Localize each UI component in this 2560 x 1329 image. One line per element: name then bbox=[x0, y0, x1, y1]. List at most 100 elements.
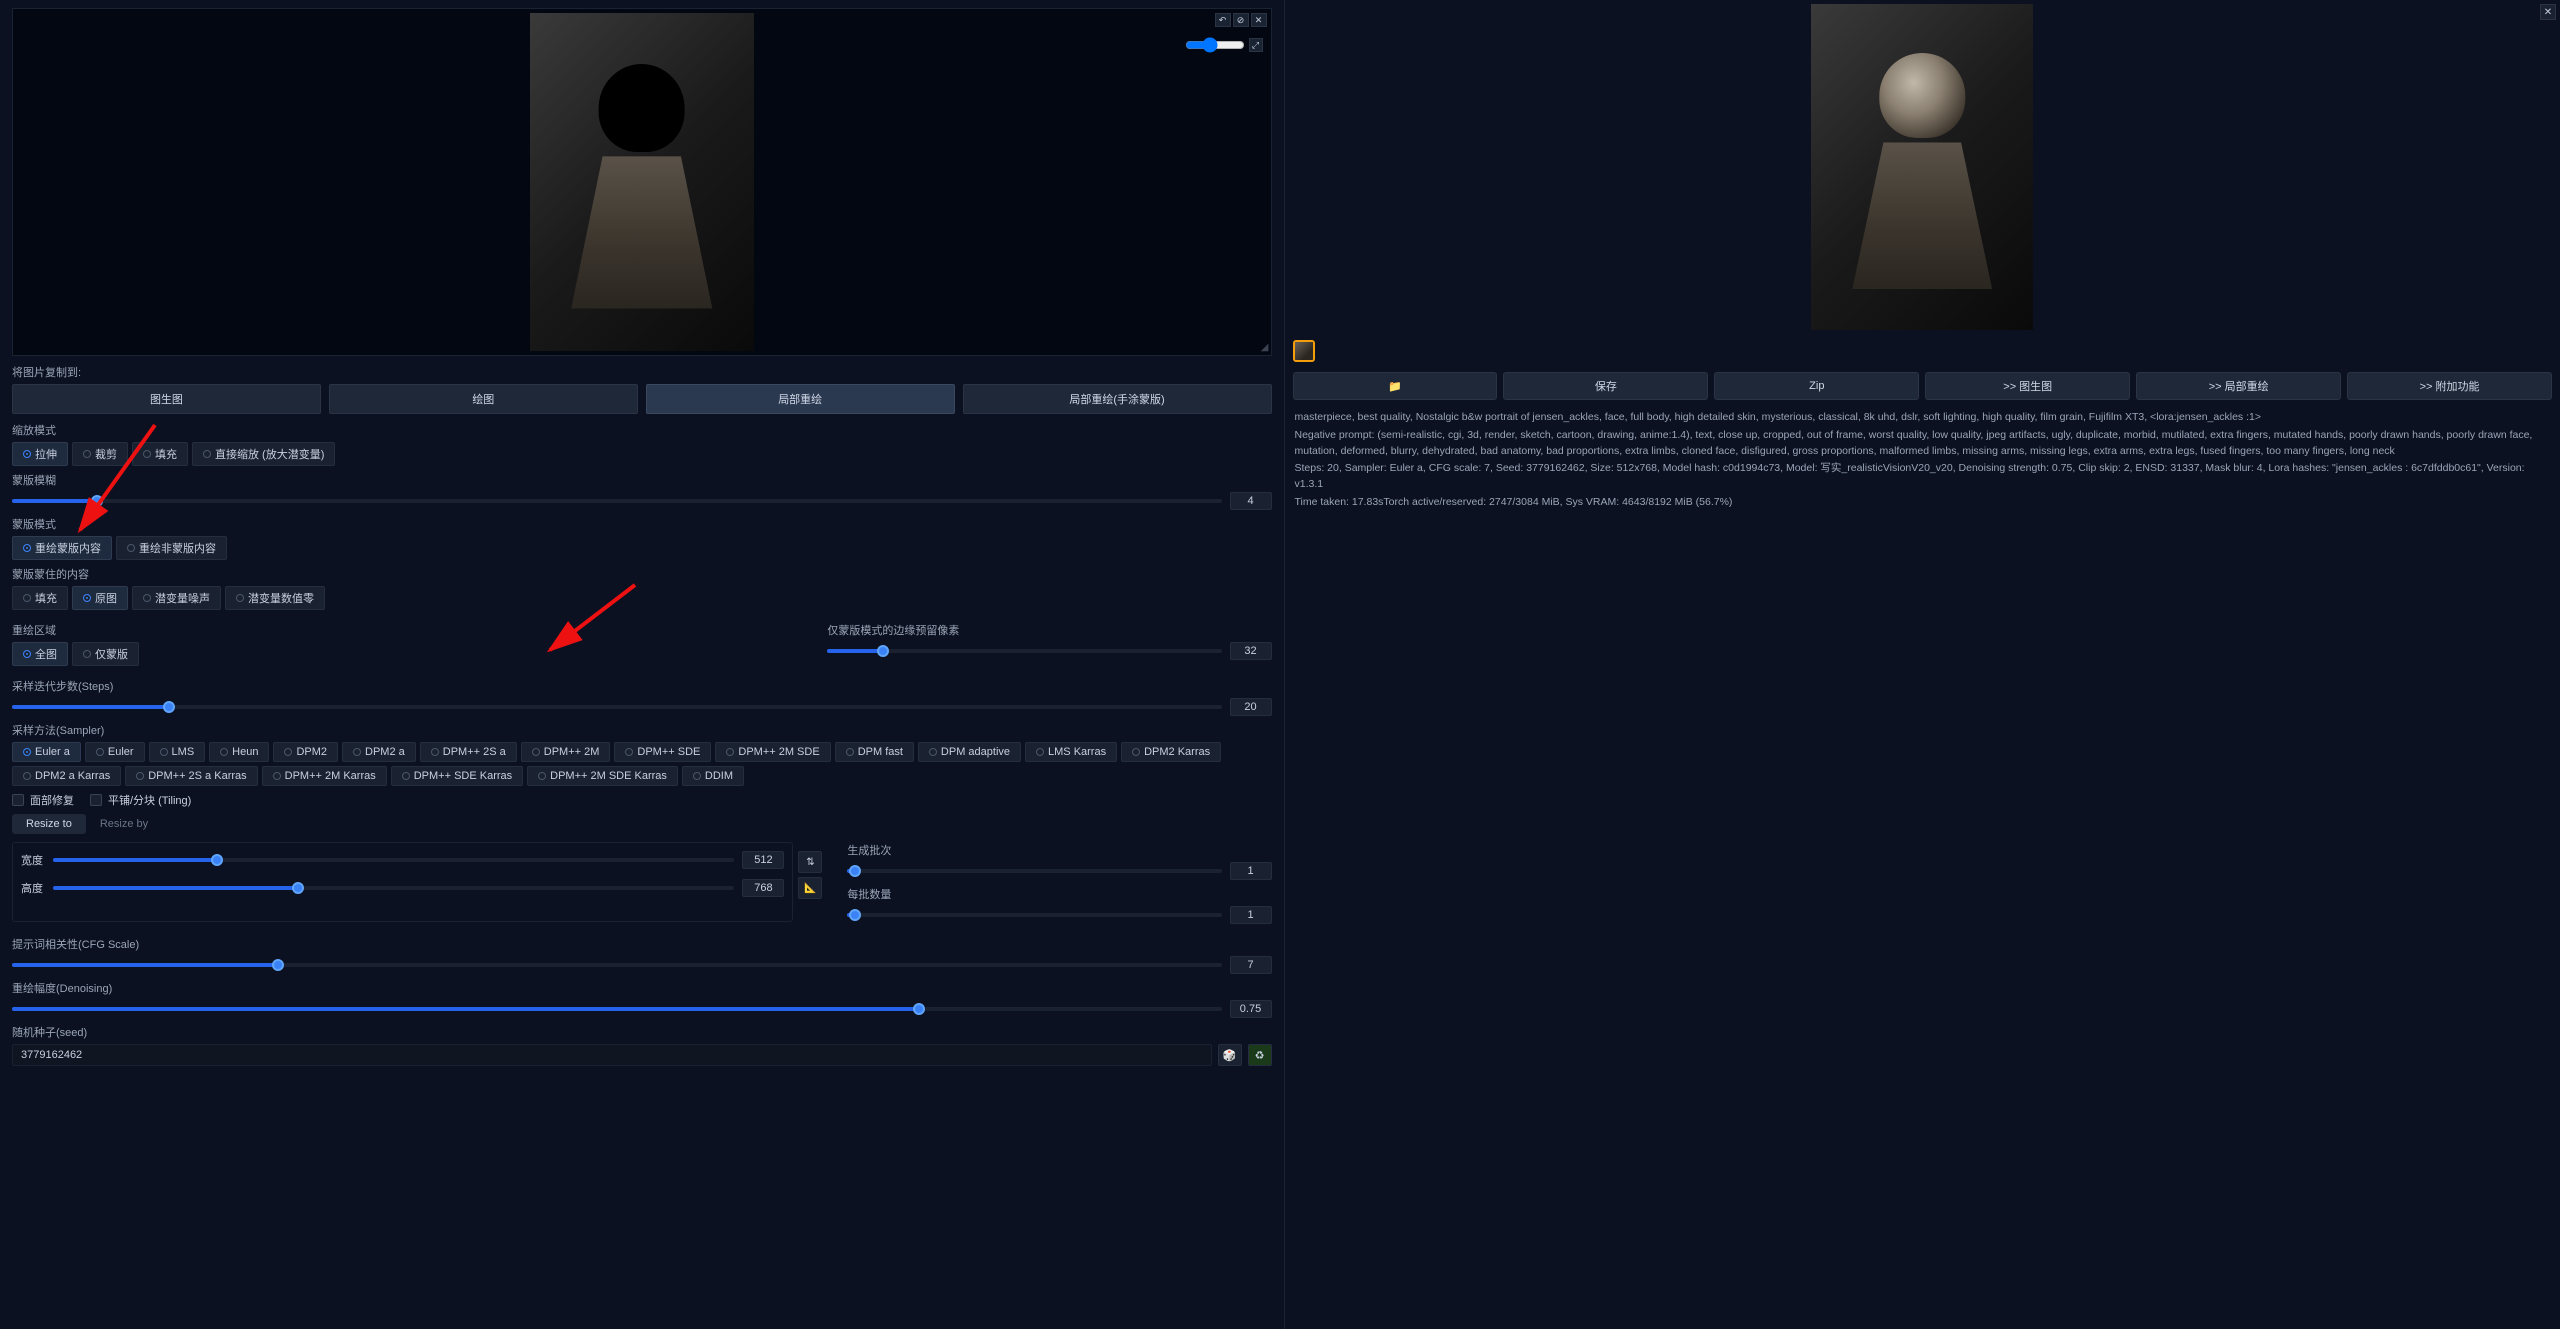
sampler-option-11[interactable]: DPM adaptive bbox=[918, 742, 1021, 762]
masked-content-option-3[interactable]: 潜变量数值零 bbox=[225, 586, 325, 610]
steps-value[interactable]: 20 bbox=[1230, 698, 1272, 716]
copy-to-label: 将图片复制到: bbox=[12, 364, 1272, 380]
mask-mode-option-0[interactable]: 重绘蒙版内容 bbox=[12, 536, 112, 560]
sampler-option-2[interactable]: LMS bbox=[149, 742, 206, 762]
inpaint-padding-slider[interactable] bbox=[827, 649, 1221, 653]
radio-dot-icon bbox=[23, 594, 31, 602]
inpaint-padding-value[interactable]: 32 bbox=[1230, 642, 1272, 660]
sampler-option-14[interactable]: DPM2 a Karras bbox=[12, 766, 121, 786]
canvas-close-button[interactable]: ✕ bbox=[1251, 13, 1267, 27]
sampler-option-label: DPM++ SDE Karras bbox=[414, 770, 512, 782]
radio-dot-icon bbox=[220, 748, 228, 756]
width-value[interactable]: 512 bbox=[742, 851, 784, 869]
sampler-option-label: DPM++ SDE bbox=[637, 746, 700, 758]
resize-mode-label: 缩放模式 bbox=[12, 422, 1272, 438]
masked-content-option-2[interactable]: 潜变量噪声 bbox=[132, 586, 221, 610]
inpaint-area-option-1[interactable]: 仅蒙版 bbox=[72, 642, 139, 666]
mask-blur-slider[interactable] bbox=[12, 499, 1222, 503]
send-extras-button[interactable]: >> 附加功能 bbox=[2347, 372, 2552, 400]
resize-mode-option-1[interactable]: 裁剪 bbox=[72, 442, 128, 466]
sampler-option-3[interactable]: Heun bbox=[209, 742, 269, 762]
sampler-option-19[interactable]: DDIM bbox=[682, 766, 744, 786]
brush-expand-button[interactable]: ⤢ bbox=[1249, 38, 1263, 52]
face-restore-checkbox[interactable]: 面部修复 bbox=[12, 792, 74, 808]
denoise-value[interactable]: 0.75 bbox=[1230, 1000, 1272, 1018]
zip-button[interactable]: Zip bbox=[1714, 372, 1919, 400]
sampler-option-label: DPM2 a bbox=[365, 746, 405, 758]
sampler-option-16[interactable]: DPM++ 2M Karras bbox=[262, 766, 387, 786]
cfg-slider[interactable] bbox=[12, 963, 1222, 967]
denoise-slider[interactable] bbox=[12, 1007, 1222, 1011]
masked-content-option-label: 潜变量噪声 bbox=[155, 590, 210, 606]
copy-to-inpaint-button[interactable]: 局部重绘 bbox=[646, 384, 955, 414]
open-folder-button[interactable]: 📁 bbox=[1293, 372, 1498, 400]
batch-size-value[interactable]: 1 bbox=[1230, 906, 1272, 924]
resize-mode-option-label: 裁剪 bbox=[95, 446, 117, 462]
inpaint-canvas[interactable]: ↶ ⊘ ✕ ⤢ ◢ bbox=[12, 8, 1272, 356]
canvas-clear-button[interactable]: ⊘ bbox=[1233, 13, 1249, 27]
masked-content-option-0[interactable]: 填充 bbox=[12, 586, 68, 610]
sampler-option-9[interactable]: DPM++ 2M SDE bbox=[715, 742, 830, 762]
sampler-option-1[interactable]: Euler bbox=[85, 742, 145, 762]
sampler-option-8[interactable]: DPM++ SDE bbox=[614, 742, 711, 762]
send-inpaint-button[interactable]: >> 局部重绘 bbox=[2136, 372, 2341, 400]
mask-mode-option-1[interactable]: 重绘非蒙版内容 bbox=[116, 536, 227, 560]
tiling-label: 平铺/分块 (Tiling) bbox=[108, 792, 191, 808]
send-img2img-button[interactable]: >> 图生图 bbox=[1925, 372, 2130, 400]
tiling-checkbox[interactable]: 平铺/分块 (Tiling) bbox=[90, 792, 191, 808]
resize-by-tab[interactable]: Resize by bbox=[86, 814, 162, 834]
radio-dot-icon bbox=[284, 748, 292, 756]
sampler-option-label: DDIM bbox=[705, 770, 733, 782]
height-value[interactable]: 768 bbox=[742, 879, 784, 897]
resize-mode-option-3[interactable]: 直接缩放 (放大潜变量) bbox=[192, 442, 335, 466]
seed-input[interactable] bbox=[12, 1044, 1212, 1066]
copy-to-sketch-button[interactable]: 绘图 bbox=[329, 384, 638, 414]
cfg-value[interactable]: 7 bbox=[1230, 956, 1272, 974]
copy-to-img2img-button[interactable]: 图生图 bbox=[12, 384, 321, 414]
sampler-option-18[interactable]: DPM++ 2M SDE Karras bbox=[527, 766, 678, 786]
masked-content-option-1[interactable]: 原图 bbox=[72, 586, 128, 610]
canvas-undo-button[interactable]: ↶ bbox=[1215, 13, 1231, 27]
radio-dot-icon bbox=[136, 772, 144, 780]
sampler-option-7[interactable]: DPM++ 2M bbox=[521, 742, 611, 762]
panel-close-button[interactable]: ✕ bbox=[2540, 4, 2556, 20]
sampler-option-15[interactable]: DPM++ 2S a Karras bbox=[125, 766, 257, 786]
steps-slider[interactable] bbox=[12, 705, 1222, 709]
output-thumbnail[interactable] bbox=[1293, 340, 1315, 362]
sampler-option-label: Heun bbox=[232, 746, 258, 758]
seed-reuse-button[interactable]: ♻ bbox=[1248, 1044, 1272, 1066]
height-slider[interactable] bbox=[53, 886, 734, 890]
resize-handle-icon[interactable]: ◢ bbox=[1261, 342, 1269, 353]
sampler-option-6[interactable]: DPM++ 2S a bbox=[420, 742, 517, 762]
sampler-option-17[interactable]: DPM++ SDE Karras bbox=[391, 766, 523, 786]
inpaint-area-option-0[interactable]: 全图 bbox=[12, 642, 68, 666]
width-slider[interactable] bbox=[53, 858, 734, 862]
sampler-option-label: DPM++ 2S a Karras bbox=[148, 770, 246, 782]
batch-count-slider[interactable] bbox=[847, 869, 1221, 873]
sampler-option-13[interactable]: DPM2 Karras bbox=[1121, 742, 1221, 762]
radio-dot-icon bbox=[23, 544, 31, 552]
sampler-option-label: LMS bbox=[172, 746, 195, 758]
seed-random-button[interactable]: 🎲 bbox=[1218, 1044, 1242, 1066]
swap-dims-button[interactable]: ⇅ bbox=[798, 851, 822, 873]
radio-dot-icon bbox=[83, 650, 91, 658]
masked-content-option-label: 原图 bbox=[95, 590, 117, 606]
sampler-option-5[interactable]: DPM2 a bbox=[342, 742, 416, 762]
sampler-option-12[interactable]: LMS Karras bbox=[1025, 742, 1117, 762]
radio-dot-icon bbox=[23, 772, 31, 780]
save-button[interactable]: 保存 bbox=[1503, 372, 1708, 400]
mask-blur-value[interactable]: 4 bbox=[1230, 492, 1272, 510]
sampler-option-4[interactable]: DPM2 bbox=[273, 742, 338, 762]
resize-mode-option-0[interactable]: 拉伸 bbox=[12, 442, 68, 466]
batch-count-label: 生成批次 bbox=[847, 842, 1271, 858]
aspect-lock-button[interactable]: 📐 bbox=[798, 877, 822, 899]
batch-count-value[interactable]: 1 bbox=[1230, 862, 1272, 880]
resize-mode-option-2[interactable]: 填充 bbox=[132, 442, 188, 466]
sampler-option-10[interactable]: DPM fast bbox=[835, 742, 914, 762]
batch-size-slider[interactable] bbox=[847, 913, 1221, 917]
brush-size-slider[interactable] bbox=[1185, 37, 1245, 53]
sampler-option-0[interactable]: Euler a bbox=[12, 742, 81, 762]
resize-to-tab[interactable]: Resize to bbox=[12, 814, 86, 834]
copy-to-inpaint-sketch-button[interactable]: 局部重绘(手涂蒙版) bbox=[963, 384, 1272, 414]
output-image[interactable] bbox=[1293, 4, 2553, 330]
